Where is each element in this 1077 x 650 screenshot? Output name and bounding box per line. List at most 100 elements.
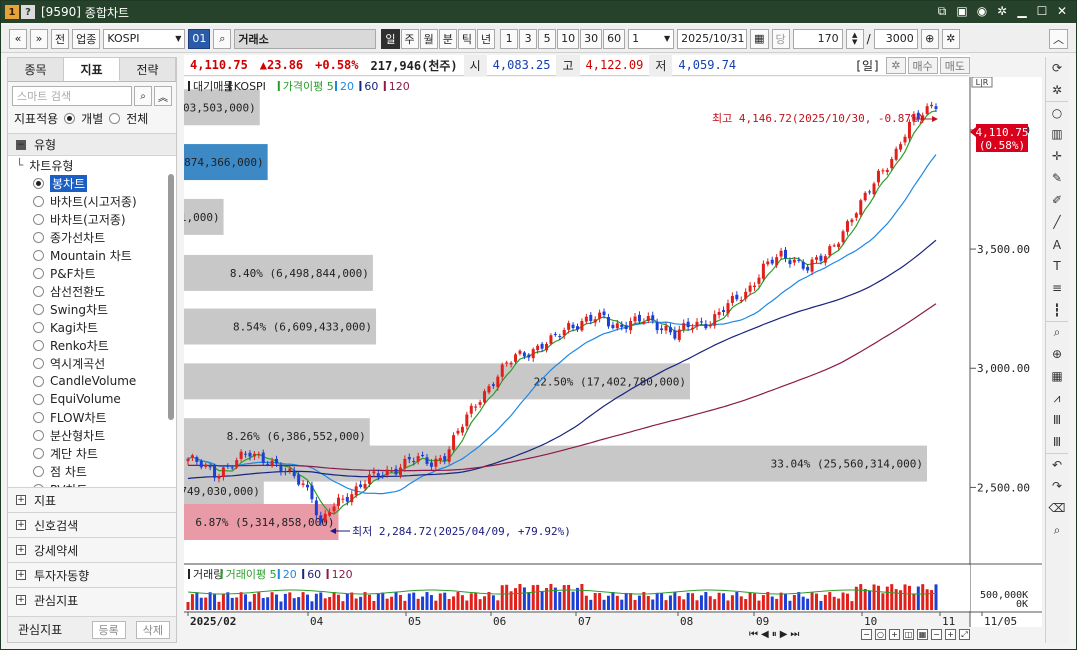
period-button[interactable]: 일 [381,28,400,49]
circle-icon[interactable]: ○ [1046,101,1068,123]
count-spinner[interactable]: ▲ ▼ [845,28,864,49]
next-button[interactable]: » [30,28,48,49]
list-item[interactable]: 바차트(고저종) [8,210,176,228]
interval-input[interactable]: 1 ▼ [628,28,675,49]
tab-1[interactable]: 지표 [64,58,120,81]
group-item[interactable]: + 강세약세 [8,537,176,562]
sell-button[interactable]: 매도 [939,57,970,74]
calendar-icon[interactable]: ▦ [750,28,769,49]
scroll-left-icon[interactable]: ◀ [761,629,769,640]
list-item[interactable]: Renko차트 [8,336,176,354]
radio-all[interactable] [109,113,121,124]
full-icon[interactable]: ⤢ [959,629,970,640]
interval-button[interactable]: 10 [557,28,580,49]
interval-button[interactable]: 3 [519,28,538,49]
gear-icon[interactable]: ✲ [886,57,906,74]
zoom-out-icon[interactable]: − [861,629,872,640]
period-button[interactable]: 월 [419,28,438,49]
prev-button[interactable]: « [9,28,27,49]
list-item[interactable]: 계단 차트 [8,444,176,462]
camera-icon[interactable]: ◉ [974,3,990,19]
zoom-in-icon[interactable]: ⊕ [920,28,939,49]
list-item[interactable]: P&F차트 [8,264,176,282]
legend-label[interactable]: KOSPI [234,80,266,93]
list-item[interactable]: 역시계곡선 [8,354,176,372]
list-item[interactable]: Mountain 차트 [8,246,176,264]
grid-icon[interactable]: ▦ [917,629,928,640]
list-item[interactable]: 종가선차트 [8,228,176,246]
minimize-icon[interactable]: ▁ [1014,3,1030,19]
bars2-icon[interactable]: Ⅲ [1046,431,1068,453]
legend-label[interactable]: 가격이평 5 [283,80,334,93]
close-icon[interactable]: ✕ [1054,3,1070,19]
current-button[interactable]: 당 [771,28,790,49]
collapse-icon[interactable]: ︿ [1049,28,1068,49]
interval-button[interactable]: 30 [580,28,603,49]
app-icon[interactable]: 1 [5,5,19,19]
search-icon[interactable]: ⌕ [213,28,232,49]
volume-legend-label[interactable]: 거래이평 5 [226,568,277,581]
settings-icon[interactable]: ✲ [994,3,1010,19]
legend-label[interactable]: 120 [389,80,410,93]
bars-icon[interactable]: Ⅲ [1046,409,1068,431]
tab-2[interactable]: 전략 [120,58,176,81]
buy-button[interactable]: 매수 [907,57,938,74]
count-input[interactable]: 170 [792,28,843,49]
volume-legend-label[interactable]: 120 [332,568,353,581]
zoom-in-icon[interactable]: ⊕ [1046,343,1068,365]
interval-button[interactable]: 1 [500,28,519,49]
undo-icon[interactable]: ↶ [1046,453,1068,475]
chart-icon[interactable]: ▥ [1046,123,1068,145]
legend-label[interactable]: 대기매물 [193,80,233,93]
minus-icon[interactable]: − [931,629,942,640]
scroll-end-icon[interactable]: ⏭ [790,629,799,640]
scroll-right-icon[interactable]: ▶ [780,629,788,640]
link-icon[interactable]: ⧉ [934,3,950,19]
collapse-up-icon[interactable]: ︽ [154,86,172,106]
list-item[interactable]: 삼선전환도 [8,282,176,300]
search-icon[interactable]: ⌕ [1046,519,1068,541]
volume-legend-label[interactable]: 거래량 [193,568,223,581]
candle-icon[interactable]: ┇ [1046,299,1068,321]
chart-area[interactable]: 3.37% (2,603,503,000) 3.72% (2,874,366,00… [81,76,1042,628]
list-item[interactable]: PV차트 [8,480,176,487]
pause-icon[interactable]: ⏸ [772,629,777,640]
badge-button[interactable]: 01 [188,28,211,49]
group-item[interactable]: + 신호검색 [8,512,176,537]
fit-icon[interactable]: ◫ [903,629,914,640]
cross-icon[interactable]: ✛ [1046,145,1068,167]
legend-label[interactable]: 60 [364,80,378,93]
erase-icon[interactable]: ⌫ [1046,497,1068,519]
total-input[interactable]: 3000 [873,28,918,49]
tree-node-chart-type[interactable]: └ 차트유형 [8,156,176,174]
fan-icon[interactable]: ⩘ [1046,387,1068,409]
gear-icon[interactable]: ✲ [1046,79,1068,101]
pen-icon[interactable]: ✐ [1046,189,1068,211]
smart-search-input[interactable]: 스마트 검색 [12,86,132,106]
register-button[interactable]: 등록 [91,620,126,639]
search-icon[interactable]: ⌕ [134,86,152,106]
list-item[interactable]: 점 차트 [8,462,176,480]
pencil-icon[interactable]: ✎ [1046,167,1068,189]
price-chart[interactable]: 3.37% (2,603,503,000) 3.72% (2,874,366,00… [81,76,1042,628]
interval-button[interactable]: 5 [538,28,557,49]
volume-legend-label[interactable]: 20 [283,568,297,581]
sector-button[interactable]: 업종 [72,28,101,49]
group-item[interactable]: + 관심지표 [8,587,176,612]
symbol-select[interactable]: KOSPI ▼ [103,28,186,49]
line-icon[interactable]: ╱ [1046,211,1068,233]
gear-icon[interactable]: ✲ [941,28,960,49]
scroll-start-icon[interactable]: ⏮ [749,629,758,640]
date-input[interactable]: 2025/10/31 [677,28,748,49]
refresh-icon[interactable]: ⟳ [1046,57,1068,79]
period-button[interactable]: 틱 [457,28,476,49]
delete-button[interactable]: 삭제 [135,620,170,639]
list-item[interactable]: Swing차트 [8,300,176,318]
help-icon[interactable]: ? [21,5,35,19]
chart-type-tree[interactable]: └ 차트유형 봉차트 바차트(시고저종) 바차트(고저종) 종가선차트 Mountain … [8,155,176,487]
redo-icon[interactable]: ↷ [1046,475,1068,497]
interval-button[interactable]: 60 [603,28,626,49]
list-item[interactable]: 바차트(시고저종) [8,192,176,210]
maximize-icon[interactable]: ☐ [1034,3,1050,19]
list-item[interactable]: EquiVolume [8,390,176,408]
